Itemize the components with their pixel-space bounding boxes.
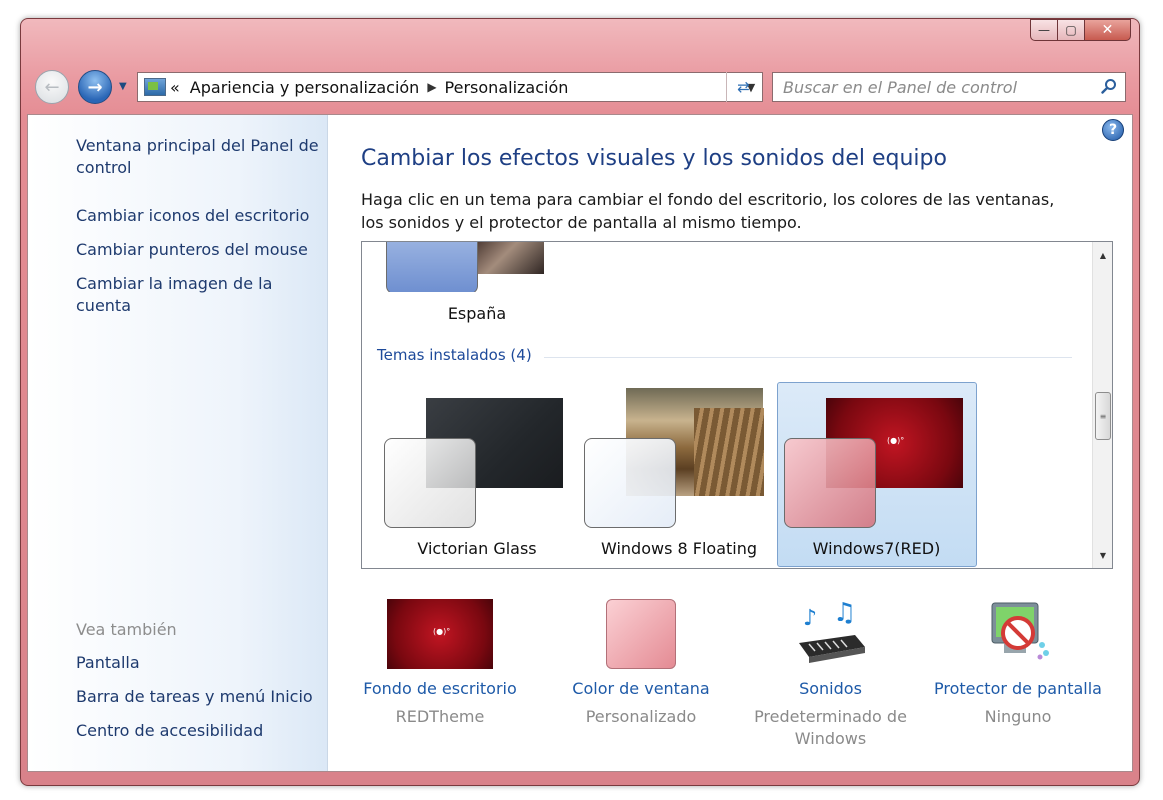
- installed-themes-heading[interactable]: Temas instalados (4): [377, 346, 532, 364]
- breadcrumb-separator-icon[interactable]: ▶: [427, 80, 436, 94]
- minimize-button[interactable]: —: [1030, 19, 1058, 41]
- forward-button[interactable]: →: [78, 70, 112, 104]
- theme-label-windows8-floating[interactable]: Windows 8 Floating: [594, 539, 764, 558]
- screensaver-icon[interactable]: [982, 599, 1054, 669]
- sounds-value: Predeterminado de Windows: [754, 707, 907, 748]
- group-divider: [544, 357, 1072, 358]
- theme-label-victorian-glass[interactable]: Victorian Glass: [402, 539, 552, 558]
- theme-espana-preview[interactable]: [384, 242, 544, 292]
- theme-windows7-red-preview[interactable]: (●)°: [784, 398, 966, 533]
- main-area: ? Cambiar los efectos visuales y los son…: [328, 115, 1132, 771]
- window-color-setting[interactable]: Color de ventana Personalizado: [541, 599, 741, 728]
- sounds-link[interactable]: Sonidos: [743, 679, 918, 698]
- search-icon[interactable]: [1101, 78, 1117, 94]
- red-logo-mark-icon: (●)°: [887, 436, 905, 445]
- screensaver-link[interactable]: Protector de pantalla: [928, 679, 1108, 698]
- theme-label-windows7-red[interactable]: Windows7(RED): [794, 539, 959, 558]
- sidebar-link-accessibility[interactable]: Centro de accesibilidad: [76, 720, 263, 742]
- screensaver-setting[interactable]: Protector de pantalla Ninguno: [928, 599, 1108, 728]
- window-color-value: Personalizado: [585, 707, 697, 726]
- theme-label-espana[interactable]: España: [422, 304, 532, 323]
- page-description: Haga clic en un tema para cambiar el fon…: [361, 190, 1055, 232]
- refresh-icon[interactable]: ⇄: [726, 72, 760, 102]
- scroll-thumb[interactable]: ≡: [1095, 392, 1111, 440]
- sidebar-link-control-panel-home[interactable]: Ventana principal del Panel de control: [76, 135, 326, 179]
- back-button[interactable]: ←: [35, 70, 69, 104]
- see-also-heading: Vea también: [76, 620, 177, 639]
- recent-pages-dropdown-icon[interactable]: ▼: [119, 81, 127, 92]
- svg-text:♪: ♪: [803, 606, 817, 631]
- window-color-swatch-icon[interactable]: [606, 599, 676, 669]
- screensaver-value: Ninguno: [984, 707, 1052, 726]
- page-title: Cambiar los efectos visuales y los sonid…: [361, 146, 947, 171]
- svg-text:♫: ♫: [833, 599, 856, 628]
- address-overflow-chevron[interactable]: «: [170, 78, 180, 97]
- scroll-down-icon[interactable]: ▼: [1093, 546, 1112, 564]
- sound-keyboard-icon[interactable]: ♪ ♫: [795, 599, 867, 669]
- breadcrumb-apariencia[interactable]: Apariencia y personalización: [190, 78, 420, 97]
- window-color-link[interactable]: Color de ventana: [541, 679, 741, 698]
- wallpaper-thumbnail-icon[interactable]: (●)°: [387, 599, 493, 669]
- sounds-setting[interactable]: ♪ ♫ Sonidos Predeterminado de Windows: [743, 599, 918, 750]
- scroll-up-icon[interactable]: ▲: [1093, 246, 1112, 264]
- search-input[interactable]: Buscar en el Panel de control: [783, 78, 1017, 97]
- sidebar-link-account-picture[interactable]: Cambiar la imagen de la cuenta: [76, 273, 286, 317]
- control-panel-icon: [144, 78, 166, 96]
- content-pane: Ventana principal del Panel de control C…: [27, 114, 1133, 772]
- sidebar-link-mouse-pointers[interactable]: Cambiar punteros del mouse: [76, 239, 308, 261]
- theme-list: España Temas instalados (4) Victorian Gl…: [361, 241, 1113, 569]
- theme-list-scrollbar[interactable]: ▲ ≡ ▼: [1092, 242, 1112, 568]
- theme-victorian-glass-preview[interactable]: [384, 398, 566, 533]
- sidebar-link-taskbar[interactable]: Barra de tareas y menú Inicio: [76, 686, 313, 708]
- search-box[interactable]: Buscar en el Panel de control: [772, 72, 1126, 102]
- address-bar[interactable]: « Apariencia y personalización ▶ Persona…: [137, 72, 763, 102]
- breadcrumb-personalizacion[interactable]: Personalización: [445, 78, 569, 97]
- help-icon[interactable]: ?: [1102, 119, 1124, 141]
- theme-windows8-floating-preview[interactable]: [584, 388, 766, 533]
- sidebar-link-display[interactable]: Pantalla: [76, 652, 140, 674]
- close-button[interactable]: ✕: [1085, 19, 1131, 41]
- desktop-background-value: REDTheme: [395, 707, 485, 726]
- control-panel-window: — ▢ ✕ ← → ▼ « Apariencia y personalizaci…: [20, 18, 1140, 786]
- task-sidebar: Ventana principal del Panel de control C…: [28, 115, 328, 771]
- sidebar-link-desktop-icons[interactable]: Cambiar iconos del escritorio: [76, 205, 309, 227]
- desktop-background-link[interactable]: Fondo de escritorio: [345, 679, 535, 698]
- window-controls: — ▢ ✕: [1030, 19, 1131, 41]
- desktop-background-setting[interactable]: (●)° Fondo de escritorio REDTheme: [345, 599, 535, 728]
- maximize-button[interactable]: ▢: [1058, 19, 1085, 41]
